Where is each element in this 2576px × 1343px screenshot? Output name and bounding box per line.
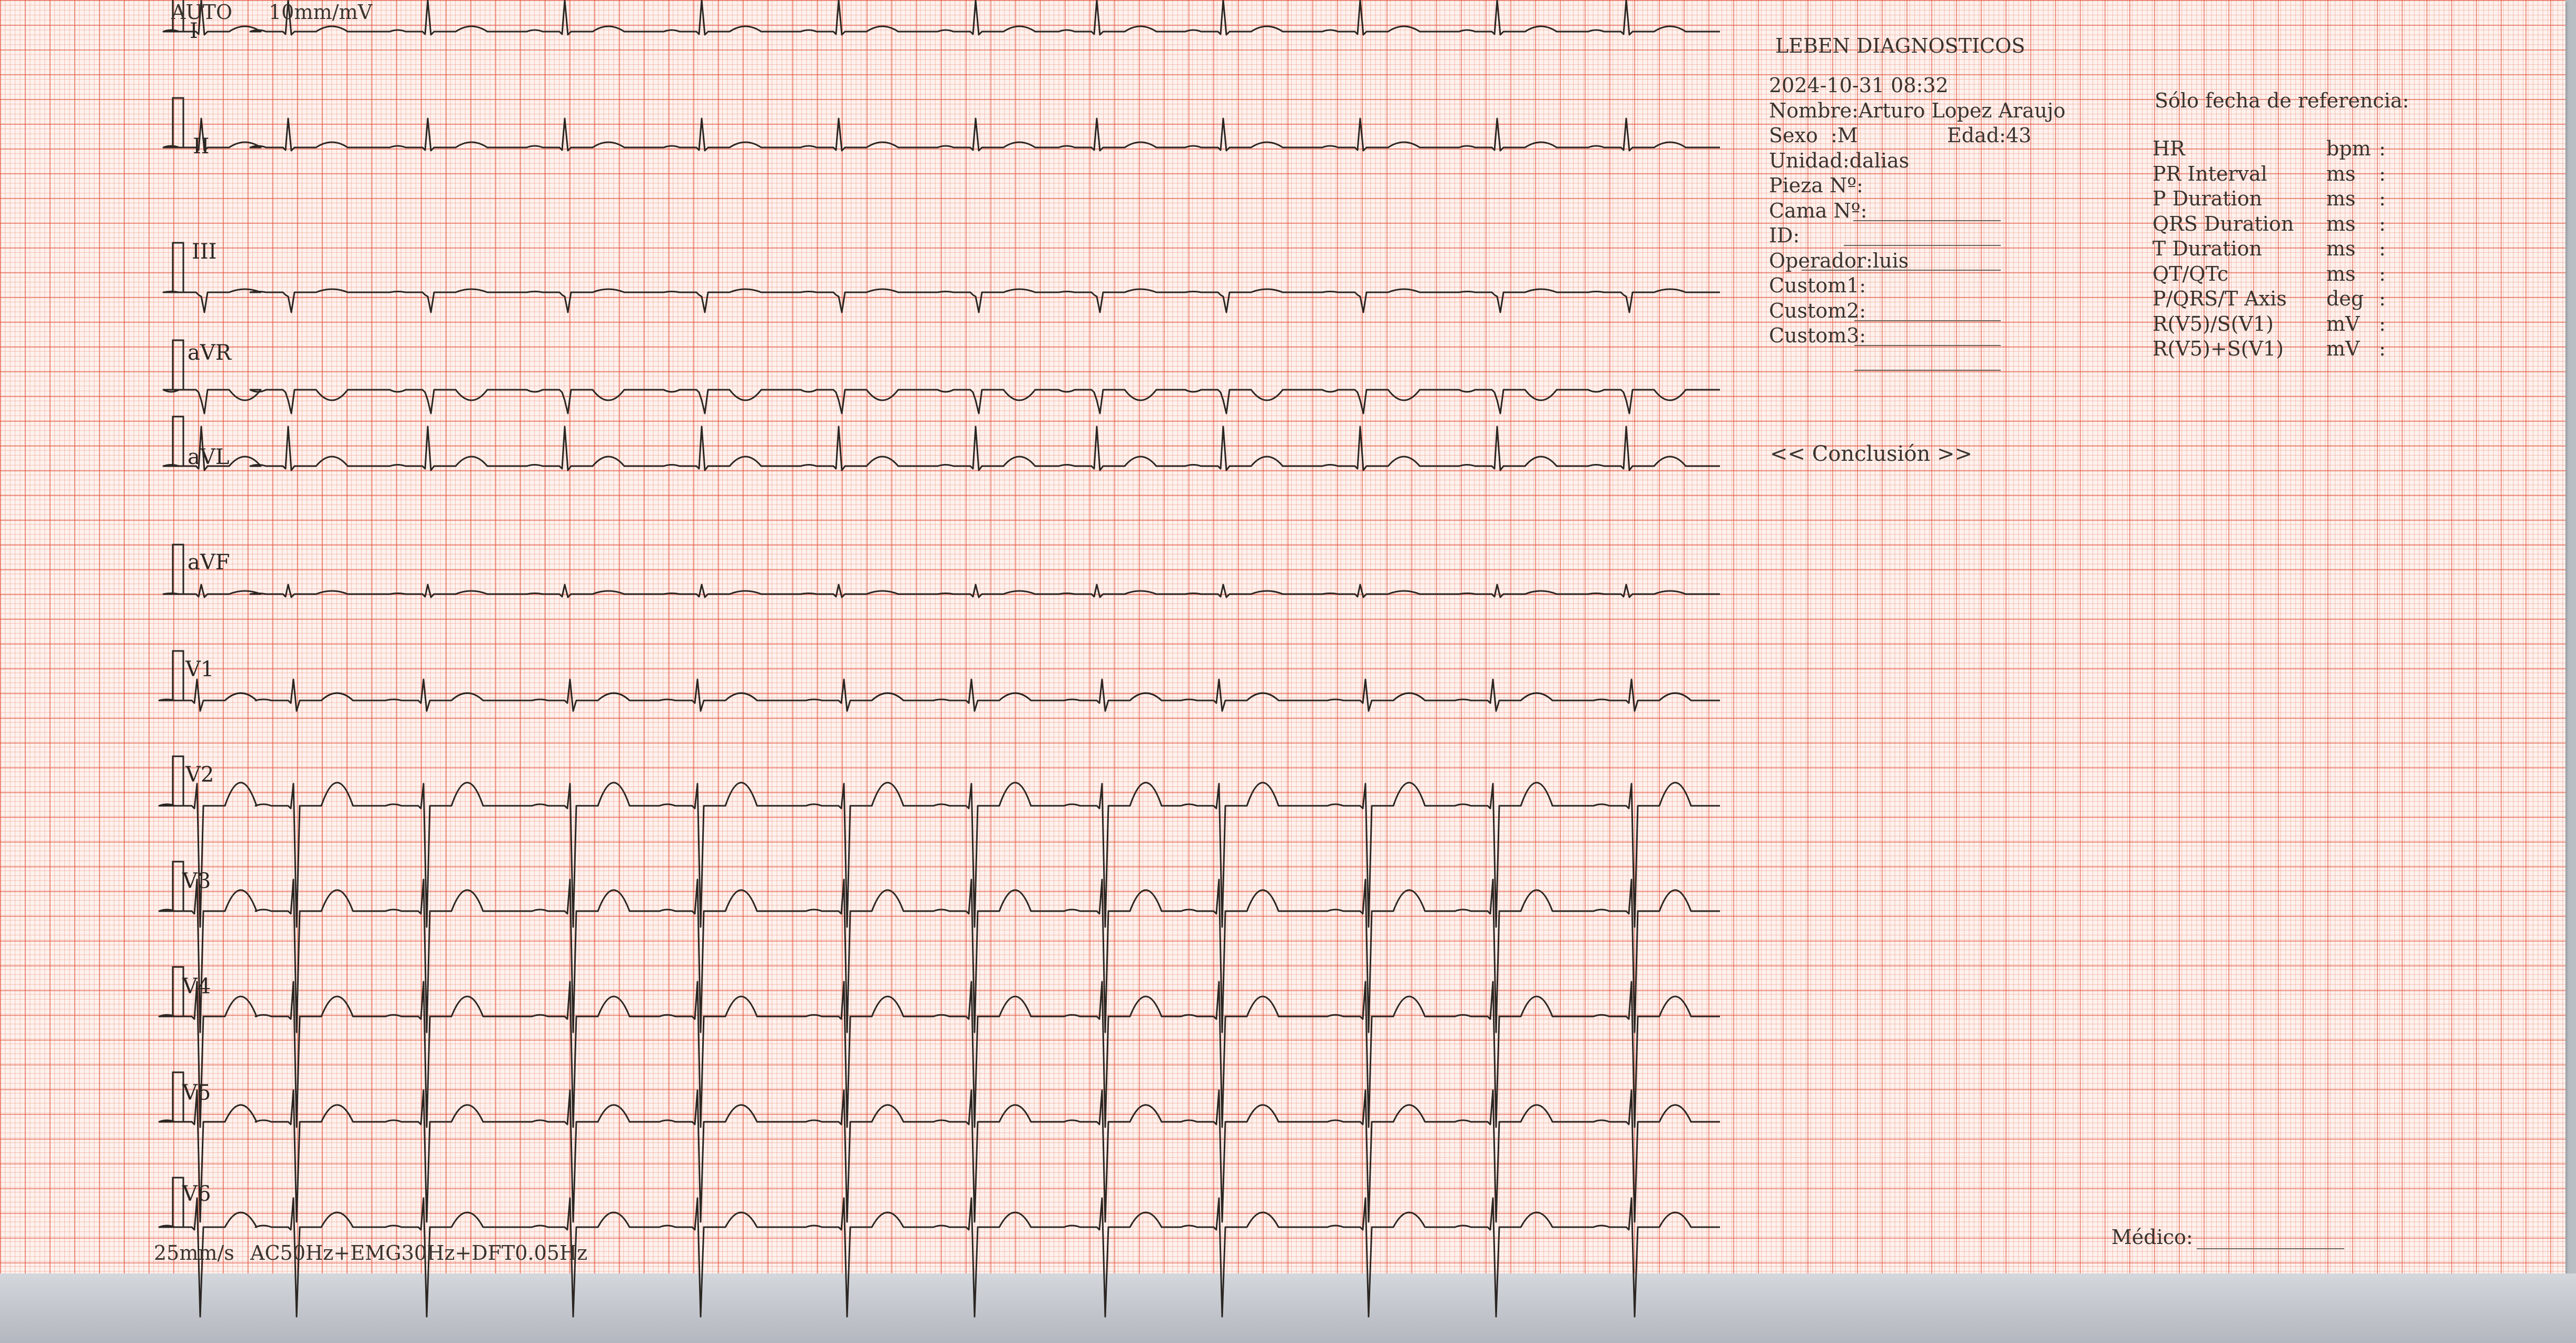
lead-label-avr: aVR [188,341,231,365]
measurement-row: R(V5)/S(V1) mV: [2152,312,2386,335]
measurement-row: T Duration ms: [2152,237,2386,260]
room-underline [1853,220,2001,221]
lead-label-v6: V6 [182,1182,211,1206]
patient-sex: Sexo :M [1769,124,1858,147]
patient-info: 2024-10-31 08:32 Nombre:Arturo Lopez Ara… [1769,74,2066,349]
ecg-trace-avl [162,426,1720,471]
measurement-row: QRS Duration ms: [2152,212,2386,235]
patient-name: Nombre:Arturo Lopez Araujo [1769,98,2066,122]
ecg-trace-v2 [158,782,1720,928]
mode-label: AUTO [171,1,232,24]
id-underline [1802,270,2001,271]
ecg-trace-v4 [158,981,1720,1128]
measurement-row: QT/QTc ms: [2152,262,2386,285]
ecg-trace-v3 [158,878,1720,1033]
bed-underline [1844,245,2001,246]
measurements-table: HR bpm: PR Interval ms: P Duration ms: QRS … [2152,137,2386,362]
clinic-name: LEBEN DIAGNOSTICOS [1775,34,2026,57]
doctor-signature-line [2197,1248,2344,1249]
lead-label-v1: V1 [185,657,214,682]
custom-1: Custom1: [1769,274,1866,297]
patient-unit: Unidad:dalias [1769,149,1910,172]
ecg-trace-v5 [158,1089,1720,1223]
custom3-underline [1854,370,2001,371]
doctor-label: Médico: [2111,1226,2193,1249]
calibration-pulse-avf [170,544,190,595]
lead-label-v4: V4 [182,974,211,999]
measurements-title: Sólo fecha de referencia: [2155,89,2410,112]
lead-label-v3: V3 [182,869,211,893]
ecg-trace-avf [162,584,1720,598]
calibration-pulse-ii [170,97,190,149]
conclusion-heading: << Conclusión >> [1770,442,1973,466]
measurement-row: P Duration ms: [2152,187,2386,210]
calibration-pulse-iii [170,242,190,293]
measurement-row: HR bpm: [2152,137,2386,160]
lead-label-iii: III [192,240,217,264]
measurement-row: PR Interval ms: [2152,162,2386,185]
gain-label: 10mm/mV [269,1,372,24]
lead-label-avf: aVF [188,550,230,575]
patient-age: Edad:43 [1947,124,2032,147]
calibration-pulse-avl [170,416,190,467]
ecg-trace-ii [162,117,1720,152]
filter-settings: AC50Hz+EMG30Hz+DFT0.05Hz [250,1241,588,1265]
ecg-trace-i [162,0,1720,36]
measurement-row: P/QRS/T Axis deg: [2152,287,2386,310]
ecg-trace-iii [162,288,1720,313]
lead-label-v5: V5 [182,1081,211,1105]
lead-label-i: I [190,19,198,43]
ecg-trace-v1 [158,678,1720,712]
patient-room: Pieza Nº: [1769,174,1863,197]
calibration-pulse-avr [170,339,190,391]
custom1-underline [1854,320,2001,321]
lead-label-ii: II [193,134,210,159]
custom2-underline [1854,345,2001,346]
lead-label-avl: aVL [188,445,230,469]
paper-speed: 25mm/s [154,1241,234,1265]
lead-label-v2: V2 [185,763,214,787]
measurement-row: R(V5)+S(V1) mV: [2152,337,2386,360]
record-datetime: 2024-10-31 08:32 [1769,74,1949,97]
ecg-trace-avr [162,389,1720,414]
